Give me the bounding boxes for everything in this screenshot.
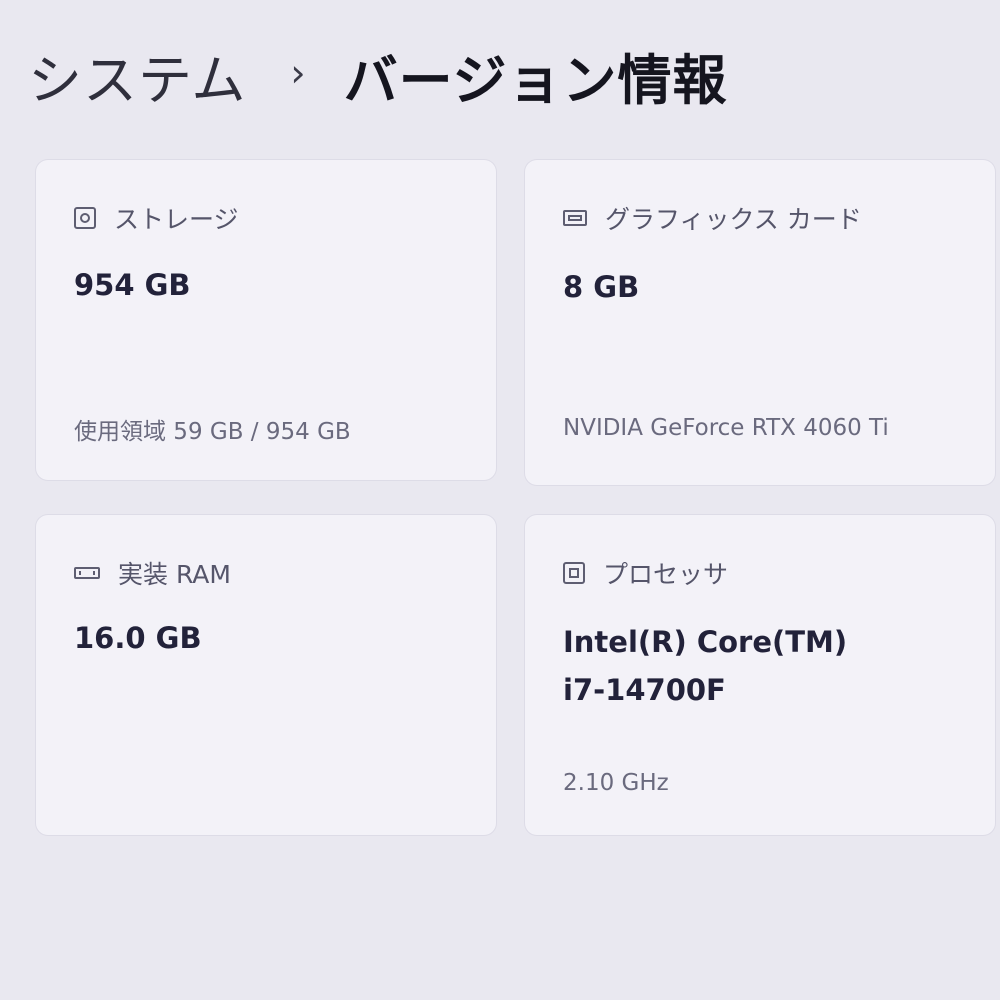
graphics-memory-value: 8 GB	[563, 270, 640, 304]
ram-card-header: 実装 RAM	[74, 555, 231, 591]
storage-total-value: 954 GB	[74, 268, 191, 302]
storage-icon	[74, 207, 96, 229]
breadcrumb-separator-icon: ›	[290, 51, 306, 95]
storage-usage-text: 使用領域 59 GB / 954 GB	[74, 419, 351, 445]
processor-icon	[563, 562, 585, 584]
processor-name-line1: Intel(R) Core(TM)	[563, 625, 848, 659]
storage-card-header: ストレージ	[74, 200, 239, 236]
processor-card-header: プロセッサ	[563, 555, 728, 591]
breadcrumb: システム › バージョン情報	[28, 30, 728, 120]
breadcrumb-system-link[interactable]: システム	[28, 36, 246, 115]
page-title: バージョン情報	[343, 48, 728, 112]
processor-clock-speed: 2.10 GHz	[563, 770, 669, 796]
graphics-card-title: グラフィックス カード	[605, 205, 862, 234]
storage-card[interactable]: ストレージ 954 GB 使用領域 59 GB / 954 GB	[36, 160, 496, 480]
graphics-card-card[interactable]: グラフィックス カード 8 GB NVIDIA GeForce RTX 4060…	[525, 160, 995, 485]
processor-name-line2: i7-14700F	[563, 673, 726, 707]
processor-card-title: プロセッサ	[603, 560, 729, 589]
ram-card-title: 実装 RAM	[118, 560, 231, 589]
storage-card-title: ストレージ	[114, 205, 239, 234]
processor-card[interactable]: プロセッサ Intel(R) Core(TM) i7-14700F 2.10 G…	[525, 515, 995, 835]
ram-value: 16.0 GB	[74, 621, 202, 655]
memory-icon	[74, 567, 100, 579]
ram-card[interactable]: 実装 RAM 16.0 GB	[36, 515, 496, 835]
graphics-card-icon	[563, 210, 587, 226]
graphics-model-text: NVIDIA GeForce RTX 4060 Ti	[563, 415, 889, 441]
graphics-card-header: グラフィックス カード	[563, 200, 862, 236]
